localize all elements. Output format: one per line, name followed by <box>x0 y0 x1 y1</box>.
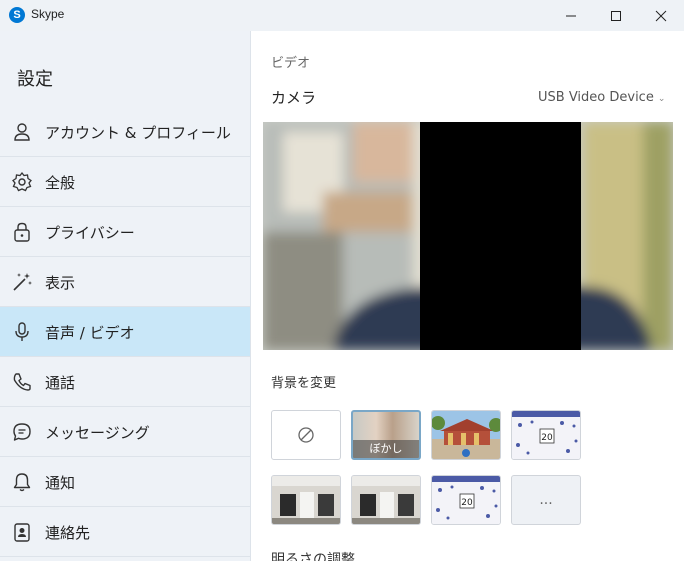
gear-icon <box>12 171 32 192</box>
blur-caption: ぼかし <box>353 440 419 458</box>
camera-label: カメラ <box>271 89 317 107</box>
no-entry-icon <box>298 427 314 443</box>
sidebar-item-calling[interactable]: 通話 <box>0 357 250 407</box>
lock-icon <box>14 222 30 242</box>
video-section-heading: ビデオ <box>271 56 311 71</box>
sidebar-item-label: プライバシー <box>45 224 135 242</box>
svg-text:20: 20 <box>541 433 553 443</box>
window-title: Skype <box>31 7 65 21</box>
camera-device-value: USB Video Device <box>538 90 654 105</box>
temple-thumbnail-image <box>432 411 500 459</box>
snowflake-thumbnail-image: 20 <box>512 411 580 459</box>
background-more-button[interactable]: ... <box>511 475 581 525</box>
settings-content: ビデオ カメラ USB Video Device ⌄ 背景を変更 ぼかし 20 … <box>251 31 684 561</box>
minimize-icon <box>566 15 576 16</box>
maximize-button[interactable] <box>593 0 639 31</box>
person-icon <box>14 123 30 141</box>
minimize-button[interactable] <box>548 0 594 31</box>
camera-preview-image <box>263 122 673 350</box>
settings-title: 設定 <box>17 69 53 90</box>
room-thumbnail-image <box>352 476 420 524</box>
background-room-option[interactable] <box>271 475 341 525</box>
sidebar-item-account[interactable]: アカウント & プロフィール <box>0 107 250 157</box>
maximize-icon <box>611 10 621 21</box>
sidebar-item-notifications[interactable]: 通知 <box>0 457 250 507</box>
snowflake-thumbnail-image: 20 <box>432 476 500 524</box>
settings-sidebar: 設定 アカウント & プロフィール 全般 プライバシー 表示 音声 / ビデオ … <box>0 31 251 561</box>
camera-device-dropdown[interactable]: USB Video Device ⌄ <box>538 90 665 105</box>
background-temple-option[interactable] <box>431 410 501 460</box>
sidebar-item-privacy[interactable]: プライバシー <box>0 207 250 257</box>
skype-logo-icon: S <box>9 7 25 23</box>
room-thumbnail-image <box>272 476 340 524</box>
brightness-adjust-label: 明るさの調整 <box>271 552 355 561</box>
sidebar-item-label: 音声 / ビデオ <box>45 324 135 342</box>
sidebar-item-label: アカウント & プロフィール <box>45 124 231 142</box>
magic-wand-icon <box>13 273 32 291</box>
sidebar-item-messaging[interactable]: メッセージング <box>0 407 250 457</box>
bell-icon <box>13 473 31 492</box>
sidebar-item-label: 連絡先 <box>45 524 91 542</box>
background-room-option-2[interactable] <box>351 475 421 525</box>
sidebar-item-general[interactable]: 全般 <box>0 157 250 207</box>
chevron-down-icon: ⌄ <box>657 94 666 104</box>
phone-icon <box>13 373 31 391</box>
microphone-icon <box>15 322 29 341</box>
sidebar-item-label: 通知 <box>45 474 76 492</box>
more-options-icon: ... <box>539 492 553 508</box>
sidebar-item-label: 全般 <box>45 174 76 192</box>
background-blur-option[interactable]: ぼかし <box>351 410 421 460</box>
sidebar-item-contacts[interactable]: 連絡先 <box>0 507 250 557</box>
background-snowflake-option-2[interactable]: 20 <box>431 475 501 525</box>
contact-card-icon <box>14 523 30 542</box>
sidebar-item-label: メッセージング <box>45 424 150 442</box>
sidebar-item-label: 表示 <box>45 274 76 292</box>
background-snowflake-option[interactable]: 20 <box>511 410 581 460</box>
sidebar-item-audio-video[interactable]: 音声 / ビデオ <box>0 307 250 357</box>
close-button[interactable] <box>638 0 684 31</box>
title-bar: S Skype <box>0 0 684 31</box>
change-background-label: 背景を変更 <box>271 376 337 391</box>
background-none-option[interactable] <box>271 410 341 460</box>
chat-bubble-icon <box>13 423 31 441</box>
svg-text:20: 20 <box>461 498 473 508</box>
sidebar-item-appearance[interactable]: 表示 <box>0 257 250 307</box>
camera-preview <box>263 122 673 350</box>
close-icon <box>655 10 667 21</box>
sidebar-item-label: 通話 <box>45 374 76 392</box>
